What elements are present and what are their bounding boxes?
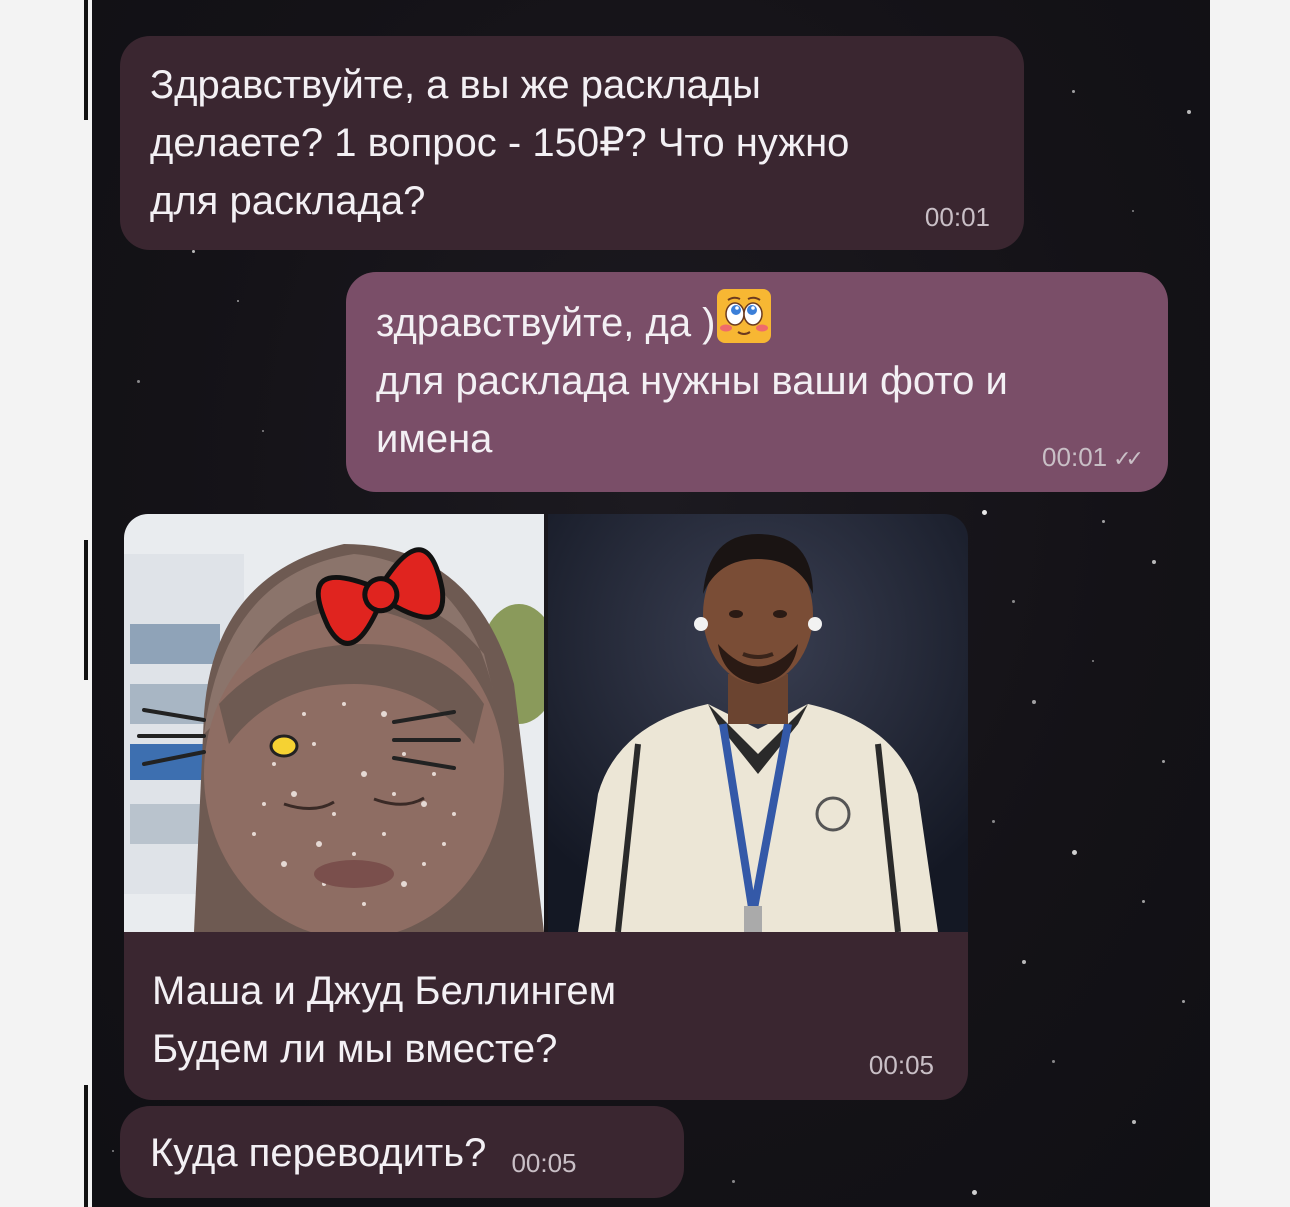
star (1132, 210, 1134, 212)
photo-football-player[interactable] (548, 514, 968, 932)
star (732, 1180, 735, 1183)
star (137, 380, 140, 383)
star (1182, 1000, 1185, 1003)
star (1032, 700, 1036, 704)
star (1072, 850, 1077, 855)
star (1092, 660, 1094, 662)
star (1022, 960, 1026, 964)
message-text: Здравствуйте, а вы же расклады делаете? … (150, 63, 850, 223)
message-time-row: 00:01 ✓✓ (1042, 442, 1144, 474)
star (1102, 520, 1105, 523)
star (1142, 900, 1145, 903)
star (262, 430, 264, 432)
blushing-emoji-icon (716, 289, 771, 343)
star (1132, 1120, 1136, 1124)
photo-message[interactable]: Маша и Джуд Беллингем Будем ли мы вместе… (92, 514, 1012, 1100)
outgoing-message-bubble[interactable]: здравствуйте, да ) для расклада нужны ва… (346, 272, 1168, 492)
photo-girl-with-hello-kitty-filter[interactable] (124, 514, 544, 932)
left-edge-bar (84, 540, 88, 680)
incoming-message-bubble[interactable]: Здравствуйте, а вы же расклады делаете? … (120, 36, 1024, 250)
message-time: 00:01 (1042, 442, 1108, 472)
photo-album (124, 514, 968, 932)
message-text: Куда переводить? (150, 1131, 487, 1175)
star (1052, 1060, 1055, 1063)
star (192, 250, 195, 253)
message-time: 00:01 (924, 202, 990, 232)
message-text: для расклада нужны ваши фото и имена (376, 359, 1008, 461)
star (972, 1190, 977, 1195)
incoming-message-bubble[interactable]: Маша и Джуд Беллингем Будем ли мы вместе… (124, 932, 968, 1100)
message-text: Маша и Джуд Беллингем Будем ли мы вместе… (152, 969, 617, 1071)
incoming-message-bubble[interactable]: Куда переводить? 00:05 (120, 1106, 684, 1198)
chat-window: Здравствуйте, а вы же расклады делаете? … (92, 0, 1210, 1207)
left-edge-bar (84, 1085, 88, 1207)
message-time: 00:05 (868, 1050, 934, 1080)
star (1162, 760, 1165, 763)
message-time: 00:05 (511, 1148, 577, 1178)
star (1012, 600, 1015, 603)
star (1187, 110, 1191, 114)
left-edge-bar (84, 0, 88, 120)
read-double-check-icon: ✓✓ (1113, 446, 1144, 471)
star (1072, 90, 1075, 93)
star (1152, 560, 1156, 564)
message-first-line: здравствуйте, да ) (376, 288, 1138, 352)
message-text-line: здравствуйте, да ) (376, 301, 716, 345)
star (112, 1150, 114, 1152)
star (237, 300, 239, 302)
